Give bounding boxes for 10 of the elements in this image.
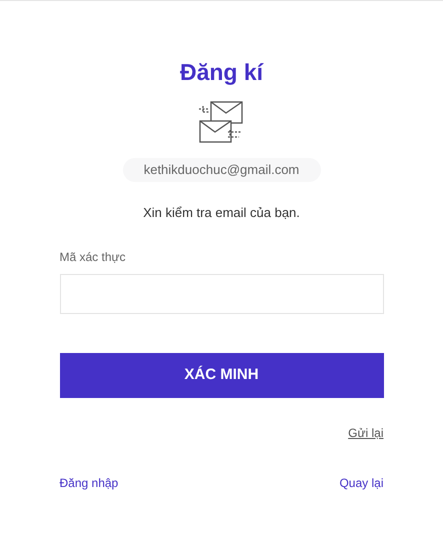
page-title: Đăng kí [180, 58, 264, 87]
footer-link[interactable]: Quay lại [339, 474, 384, 492]
envelopes-icon [198, 101, 244, 144]
email-display: kethikduochuc@gmail.com [122, 158, 320, 182]
instruction-text: Xin kiểm tra email của bạn. [143, 204, 300, 222]
resend-link[interactable]: Gửi lại [348, 424, 384, 442]
code-input-field[interactable] [60, 274, 384, 314]
footer-link[interactable]: Đăng nhập [60, 474, 118, 492]
verify-button[interactable]: XÁC MINH [60, 352, 384, 398]
field-label: Mã xác thực [60, 248, 127, 266]
